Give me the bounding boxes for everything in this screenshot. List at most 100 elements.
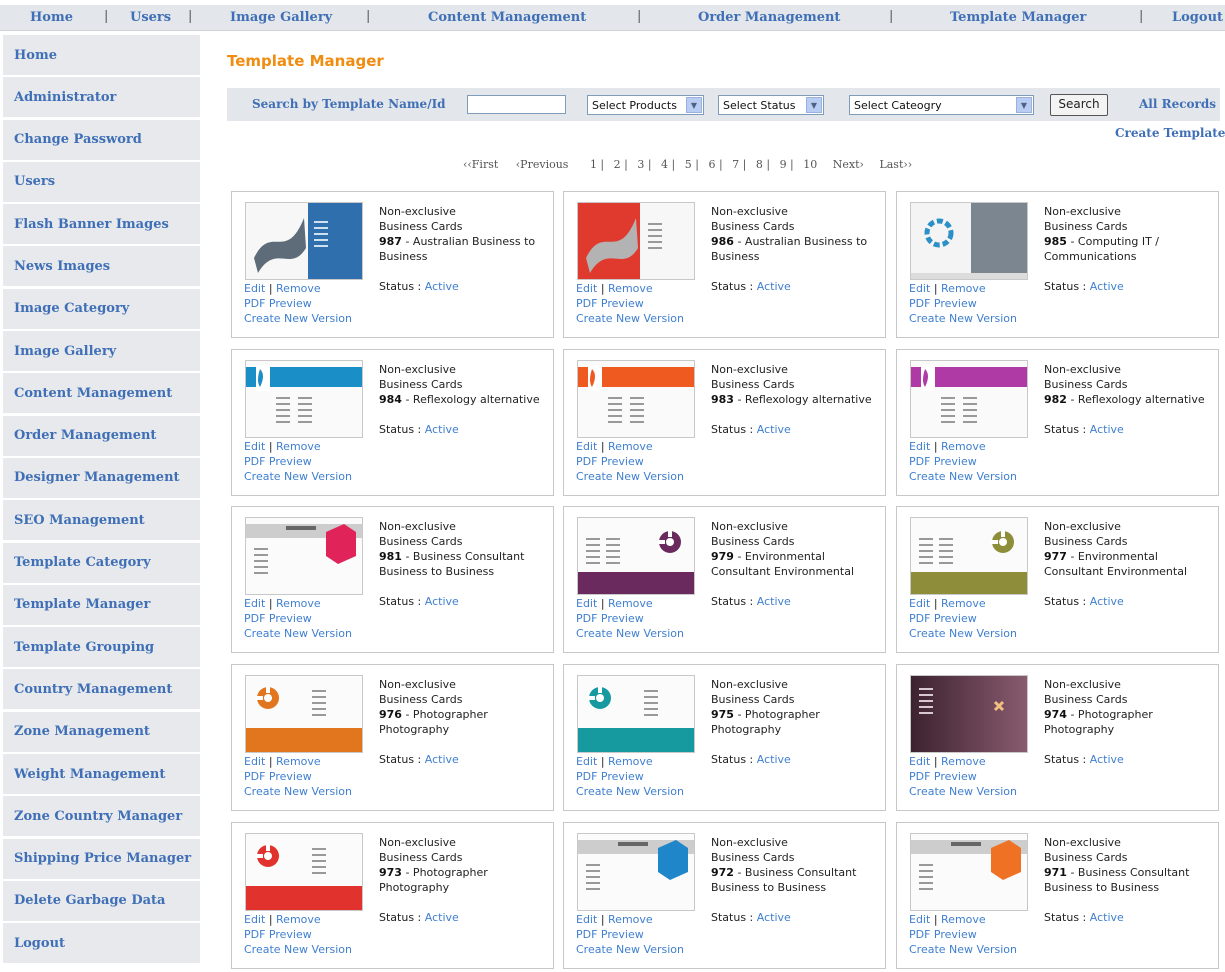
pdf-preview-link[interactable]: PDF Preview [576, 455, 644, 468]
pdf-preview-link[interactable]: PDF Preview [244, 928, 312, 941]
remove-link[interactable]: Remove [941, 440, 986, 453]
sidebar-item-users[interactable]: Users [3, 161, 200, 203]
remove-link[interactable]: Remove [276, 755, 321, 768]
status-value[interactable]: Active [1090, 423, 1124, 436]
sidebar-item-designer-management[interactable]: Designer Management [3, 457, 200, 499]
remove-link[interactable]: Remove [276, 597, 321, 610]
category-select[interactable]: Select Cateogry ▼ [849, 95, 1034, 115]
pdf-preview-link[interactable]: PDF Preview [244, 770, 312, 783]
remove-link[interactable]: Remove [608, 597, 653, 610]
pager-page[interactable]: 10 [803, 158, 817, 171]
sidebar-item-content-management[interactable]: Content Management [3, 373, 200, 415]
edit-link[interactable]: Edit [576, 755, 597, 768]
status-value[interactable]: Active [757, 753, 791, 766]
topnav-order-management[interactable]: Order Management [698, 10, 840, 25]
status-value[interactable]: Active [1090, 753, 1124, 766]
template-thumbnail[interactable] [577, 360, 695, 438]
pager-page[interactable]: 2 | [614, 158, 628, 171]
create-new-version-link[interactable]: Create New Version [244, 470, 352, 483]
status-value[interactable]: Active [757, 280, 791, 293]
topnav-image-gallery[interactable]: Image Gallery [230, 10, 332, 25]
template-thumbnail[interactable] [577, 675, 695, 753]
remove-link[interactable]: Remove [276, 282, 321, 295]
status-value[interactable]: Active [425, 423, 459, 436]
remove-link[interactable]: Remove [941, 913, 986, 926]
create-new-version-link[interactable]: Create New Version [244, 943, 352, 956]
pdf-preview-link[interactable]: PDF Preview [576, 770, 644, 783]
create-new-version-link[interactable]: Create New Version [244, 312, 352, 325]
topnav-users[interactable]: Users [130, 10, 171, 25]
sidebar-item-country-management[interactable]: Country Management [3, 669, 200, 711]
remove-link[interactable]: Remove [608, 282, 653, 295]
create-new-version-link[interactable]: Create New Version [576, 312, 684, 325]
pdf-preview-link[interactable]: PDF Preview [244, 612, 312, 625]
status-value[interactable]: Active [425, 753, 459, 766]
create-new-version-link[interactable]: Create New Version [244, 785, 352, 798]
status-value[interactable]: Active [1090, 595, 1124, 608]
template-thumbnail[interactable] [245, 675, 363, 753]
sidebar-item-order-management[interactable]: Order Management [3, 415, 200, 457]
sidebar-item-home[interactable]: Home [3, 35, 200, 76]
status-value[interactable]: Active [757, 423, 791, 436]
create-new-version-link[interactable]: Create New Version [576, 785, 684, 798]
template-thumbnail[interactable] [910, 517, 1028, 595]
template-thumbnail[interactable] [577, 202, 695, 280]
sidebar-item-change-password[interactable]: Change Password [3, 119, 200, 161]
pager-page[interactable]: 1 | [590, 158, 604, 171]
sidebar-item-administrator[interactable]: Administrator [3, 77, 200, 119]
remove-link[interactable]: Remove [941, 282, 986, 295]
template-thumbnail[interactable] [245, 360, 363, 438]
create-new-version-link[interactable]: Create New Version [909, 785, 1017, 798]
sidebar-item-news-images[interactable]: News Images [3, 246, 200, 288]
sidebar-item-weight-management[interactable]: Weight Management [3, 754, 200, 796]
pdf-preview-link[interactable]: PDF Preview [909, 455, 977, 468]
pdf-preview-link[interactable]: PDF Preview [909, 770, 977, 783]
create-new-version-link[interactable]: Create New Version [576, 943, 684, 956]
edit-link[interactable]: Edit [909, 597, 930, 610]
status-value[interactable]: Active [1090, 911, 1124, 924]
status-value[interactable]: Active [425, 595, 459, 608]
create-new-version-link[interactable]: Create New Version [576, 627, 684, 640]
remove-link[interactable]: Remove [608, 440, 653, 453]
search-button[interactable]: Search [1050, 94, 1108, 116]
template-thumbnail[interactable] [910, 833, 1028, 911]
status-select[interactable]: Select Status ▼ [718, 95, 824, 115]
edit-link[interactable]: Edit [909, 755, 930, 768]
pdf-preview-link[interactable]: PDF Preview [576, 612, 644, 625]
remove-link[interactable]: Remove [608, 755, 653, 768]
remove-link[interactable]: Remove [941, 597, 986, 610]
edit-link[interactable]: Edit [909, 440, 930, 453]
sidebar-item-delete-garbage-data[interactable]: Delete Garbage Data [3, 880, 200, 922]
pager-page[interactable]: 5 | [685, 158, 699, 171]
status-value[interactable]: Active [757, 911, 791, 924]
edit-link[interactable]: Edit [576, 282, 597, 295]
pager-previous[interactable]: ‹Previous [516, 158, 569, 171]
template-thumbnail[interactable] [910, 202, 1028, 280]
pager-page[interactable]: 6 | [708, 158, 722, 171]
template-thumbnail[interactable] [577, 517, 695, 595]
topnav-template-manager[interactable]: Template Manager [950, 10, 1086, 25]
status-value[interactable]: Active [425, 911, 459, 924]
remove-link[interactable]: Remove [941, 755, 986, 768]
sidebar-item-seo-management[interactable]: SEO Management [3, 500, 200, 542]
pager-page[interactable]: 3 | [637, 158, 651, 171]
pdf-preview-link[interactable]: PDF Preview [909, 297, 977, 310]
sidebar-item-template-manager[interactable]: Template Manager [3, 584, 200, 626]
status-value[interactable]: Active [425, 280, 459, 293]
sidebar-item-zone-management[interactable]: Zone Management [3, 711, 200, 753]
create-new-version-link[interactable]: Create New Version [576, 470, 684, 483]
create-new-version-link[interactable]: Create New Version [909, 312, 1017, 325]
pdf-preview-link[interactable]: PDF Preview [576, 928, 644, 941]
template-thumbnail[interactable] [245, 833, 363, 911]
sidebar-item-template-category[interactable]: Template Category [3, 542, 200, 584]
pager-first[interactable]: ‹‹First [463, 158, 498, 171]
products-select[interactable]: Select Products ▼ [587, 95, 704, 115]
create-new-version-link[interactable]: Create New Version [909, 627, 1017, 640]
pager-page[interactable]: 4 | [661, 158, 675, 171]
remove-link[interactable]: Remove [276, 440, 321, 453]
search-input[interactable] [467, 95, 566, 114]
status-value[interactable]: Active [757, 595, 791, 608]
edit-link[interactable]: Edit [909, 913, 930, 926]
template-thumbnail[interactable] [910, 675, 1028, 753]
remove-link[interactable]: Remove [608, 913, 653, 926]
